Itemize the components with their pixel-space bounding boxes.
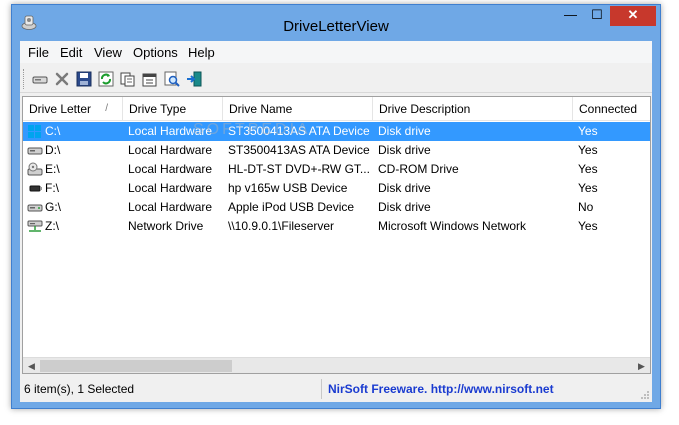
- cell-connected: Yes: [578, 162, 598, 176]
- table-row[interactable]: F:\ Local Hardware hp v165w USB Device D…: [23, 179, 650, 198]
- cell-drive-type: Local Hardware: [128, 162, 213, 176]
- table-row[interactable]: G:\ Local Hardware Apple iPod USB Device…: [23, 198, 650, 217]
- menu-bar: File Edit View Options Help: [20, 41, 652, 63]
- hard-drive-icon: [27, 204, 43, 212]
- toolbar: [20, 65, 652, 93]
- resize-grip-icon[interactable]: [640, 390, 650, 400]
- title-bar[interactable]: DriveLetterView — ☐ ✕: [12, 5, 660, 45]
- menu-options[interactable]: Options: [133, 45, 178, 60]
- menu-file[interactable]: File: [28, 45, 49, 60]
- windows-drive-icon: [28, 125, 41, 138]
- cell-drive-letter: Z:\: [45, 219, 59, 233]
- cell-drive-type: Network Drive: [128, 219, 204, 233]
- status-bar: 6 item(s), 1 Selected NirSoft Freeware. …: [20, 377, 652, 402]
- cell-drive-letter: F:\: [45, 181, 59, 195]
- table-row[interactable]: E:\ Local Hardware HL-DT-ST DVD+-RW GT..…: [23, 160, 650, 179]
- cell-drive-description: Disk drive: [378, 124, 431, 138]
- cell-drive-name: \\10.9.0.1\Fileserver: [228, 219, 335, 233]
- cell-connected: Yes: [578, 181, 598, 195]
- cell-drive-name: HL-DT-ST DVD+-RW GT...: [228, 162, 370, 176]
- column-header-connected[interactable]: Connected: [573, 97, 650, 121]
- cdrom-drive-icon: [27, 162, 43, 176]
- search-icon[interactable]: [163, 70, 181, 88]
- cell-drive-type: Local Hardware: [128, 124, 213, 138]
- exit-icon[interactable]: [185, 70, 203, 88]
- cell-drive-description: Disk drive: [378, 143, 431, 157]
- cell-connected: Yes: [578, 143, 598, 157]
- list-header: Drive Letter / Drive Type Drive Name Dri…: [23, 97, 650, 121]
- scroll-left-arrow-icon[interactable]: ◀: [23, 358, 40, 373]
- cell-drive-description: Microsoft Windows Network: [378, 219, 527, 233]
- minimize-button[interactable]: —: [557, 6, 584, 26]
- drive-icon[interactable]: [31, 70, 49, 88]
- cell-drive-description: Disk drive: [378, 200, 431, 214]
- cell-drive-letter: C:\: [45, 124, 61, 138]
- refresh-icon[interactable]: [97, 70, 115, 88]
- cell-drive-letter: E:\: [45, 162, 60, 176]
- table-row[interactable]: D:\ Local Hardware ST3500413AS ATA Devic…: [23, 141, 650, 160]
- client-area: File Edit View Options Help Drive Letter…: [20, 41, 652, 402]
- delete-icon[interactable]: [53, 70, 71, 88]
- cell-drive-name: hp v165w USB Device: [228, 181, 348, 195]
- toolbar-grip[interactable]: [23, 69, 26, 89]
- status-item-count: 6 item(s), 1 Selected: [22, 379, 322, 399]
- column-header-drive-type[interactable]: Drive Type: [123, 97, 223, 121]
- column-header-label: Drive Letter: [29, 102, 92, 116]
- cell-drive-type: Local Hardware: [128, 200, 213, 214]
- cell-connected: Yes: [578, 219, 598, 233]
- cell-drive-name: ST3500413AS ATA Device: [228, 124, 370, 138]
- menu-edit[interactable]: Edit: [60, 45, 82, 60]
- cell-drive-name: Apple iPod USB Device: [228, 200, 355, 214]
- scroll-right-arrow-icon[interactable]: ▶: [633, 358, 650, 373]
- column-header-drive-name[interactable]: Drive Name: [223, 97, 373, 121]
- copy-icon[interactable]: [119, 70, 137, 88]
- cell-drive-type: Local Hardware: [128, 143, 213, 157]
- save-icon[interactable]: [75, 70, 93, 88]
- cell-drive-name: ST3500413AS ATA Device: [228, 143, 370, 157]
- column-header-drive-letter[interactable]: Drive Letter /: [23, 97, 123, 121]
- drive-list[interactable]: Drive Letter / Drive Type Drive Name Dri…: [22, 96, 651, 374]
- cell-drive-letter: D:\: [45, 143, 61, 157]
- horizontal-scrollbar[interactable]: ◀ ▶: [23, 357, 650, 373]
- hard-drive-icon: [27, 147, 43, 155]
- sort-indicator: /: [105, 103, 108, 114]
- usb-drive-icon: [29, 185, 42, 192]
- table-row[interactable]: C:\ Local Hardware ST3500413AS ATA Devic…: [23, 122, 650, 141]
- cell-drive-type: Local Hardware: [128, 181, 213, 195]
- cell-drive-description: Disk drive: [378, 181, 431, 195]
- close-button[interactable]: ✕: [610, 6, 656, 26]
- column-header-drive-description[interactable]: Drive Description: [373, 97, 573, 121]
- cell-drive-description: CD-ROM Drive: [378, 162, 459, 176]
- scrollbar-thumb[interactable]: [40, 360, 232, 372]
- cell-connected: Yes: [578, 124, 598, 138]
- cell-drive-letter: G:\: [45, 200, 62, 214]
- menu-help[interactable]: Help: [188, 45, 215, 60]
- maximize-button[interactable]: ☐: [584, 6, 610, 26]
- table-row[interactable]: Z:\ Network Drive \\10.9.0.1\Fileserver …: [23, 217, 650, 236]
- properties-icon[interactable]: [141, 70, 159, 88]
- network-drive-icon: [27, 220, 43, 232]
- status-nirsoft-link[interactable]: NirSoft Freeware. http://www.nirsoft.net: [326, 379, 652, 399]
- menu-view[interactable]: View: [94, 45, 122, 60]
- cell-connected: No: [578, 200, 594, 214]
- app-window: DriveLetterView — ☐ ✕ File Edit View Opt…: [11, 4, 661, 409]
